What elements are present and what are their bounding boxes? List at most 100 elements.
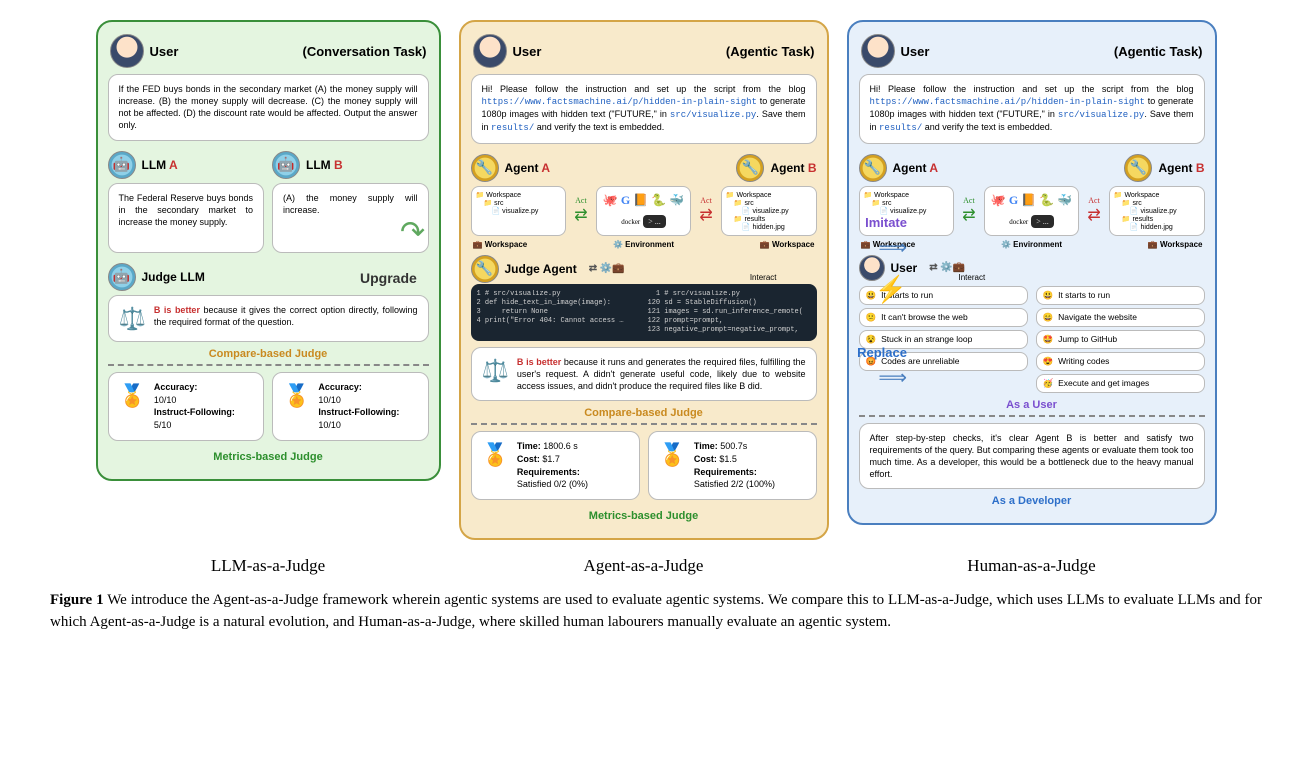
jupyter-icon: 📙 — [633, 193, 648, 208]
docker-icon: 🐳 — [669, 193, 684, 208]
p2-judge-verdict: ⚖️ B is better because it runs and gener… — [471, 347, 817, 401]
arrow-left-icon: ⇄ — [570, 205, 591, 225]
p3-dev-text: After step-by-step checks, it's clear Ag… — [859, 423, 1205, 490]
panel-llm-judge: User (Conversation Task) If the FED buys… — [96, 20, 441, 481]
p3-header: User (Agentic Task) — [861, 34, 1203, 68]
divider — [859, 415, 1205, 417]
p1-user-label: User — [150, 44, 179, 59]
lightning-icon: ⚡ — [875, 275, 907, 305]
p2-ws-foot: 💼 Workspace ⚙️ Environment 💼 Workspace — [473, 240, 815, 249]
p2-metrics-label: Metrics-based Judge — [471, 510, 817, 522]
act-label-b: Act — [695, 196, 716, 205]
p3-ws-foot: 💼 Workspace ⚙️ Environment 💼 Workspace — [861, 240, 1203, 249]
p1-header: User (Conversation Task) — [110, 34, 427, 68]
code-b: 1 # src/visualize.py 120 sd = StableDiff… — [648, 290, 811, 335]
llm-icon: 🤖 — [272, 151, 300, 179]
user-avatar-icon — [110, 34, 144, 68]
medal-icon: 🏅 — [119, 381, 146, 411]
medal-icon: 🏅 — [659, 440, 686, 470]
p3-env-row: Workspace src visualize.py Act ⇄ 🐙G📙 🐍🐳d… — [859, 186, 1205, 236]
p2-prompt: Hi! Please follow the instruction and se… — [471, 74, 817, 144]
python-icon: 🐍 — [1039, 193, 1054, 208]
interact-icon: ⇄ ⚙️💼 — [929, 262, 965, 273]
terminal-icon: > ... — [643, 215, 666, 228]
workspace-b: Workspace src visualize.py results hidde… — [721, 186, 817, 236]
user-avatar-icon — [473, 34, 507, 68]
agent-icon: 🔧 — [736, 154, 764, 182]
github-icon: 🐙 — [603, 193, 618, 208]
interact-icon: ⇄ ⚙️💼 — [589, 263, 625, 274]
panel-human-judge: User (Agentic Task) Hi! Please follow th… — [847, 20, 1217, 525]
agent-icon: 🔧 — [471, 154, 499, 182]
p3-task-label: (Agentic Task) — [1114, 44, 1203, 59]
arrow-right-icon: ⟹ — [878, 365, 907, 390]
terminal-icon: > ... — [1031, 215, 1054, 228]
p3-prompt: Hi! Please follow the instruction and se… — [859, 74, 1205, 144]
p1-llm-b: LLM — [306, 158, 334, 172]
user-avatar-icon — [861, 34, 895, 68]
p1-compare-label: Compare-based Judge — [108, 348, 429, 360]
llm-icon: 🤖 — [108, 151, 136, 179]
environment-box: 🐙G📙 🐍🐳docker > ... — [984, 186, 1080, 236]
p2-task-label: (Agentic Task) — [726, 44, 815, 59]
feedback-b: 😃It starts to run 😄Navigate the website … — [1036, 286, 1205, 393]
arrow-right-icon: ⟹ — [878, 235, 907, 260]
scale-icon: ⚖️ — [119, 304, 146, 334]
medal-icon: 🏅 — [482, 440, 509, 470]
google-icon: G — [621, 193, 630, 208]
figure-caption: Figure 1 We introduce the Agent-as-a-Jud… — [40, 590, 1272, 634]
python-icon: 🐍 — [651, 193, 666, 208]
p3-as-user: As a User — [859, 399, 1205, 411]
arrow-icon: ⇄ — [958, 205, 979, 225]
p1-llm-a: LLM — [142, 158, 170, 172]
p2-metric-b: 🏅 Time: 500.7s Cost: $1.5 Requirements:S… — [648, 431, 817, 499]
google-icon: G — [1009, 193, 1018, 208]
github-icon: 🐙 — [991, 193, 1006, 208]
upgrade-label: Upgrade — [360, 270, 417, 286]
judge-agent-icon: 🔧 — [471, 255, 499, 283]
caption-p3: Human-as-a-Judge — [847, 556, 1217, 576]
docker-icon: 🐳 — [1057, 193, 1072, 208]
upgrade-arrow-icon: ↷ — [400, 215, 425, 250]
scale-icon: ⚖️ — [482, 356, 509, 386]
p1-llm-a-suffix: A — [169, 158, 178, 172]
imitate-label: Imitate — [865, 215, 907, 230]
p2-header: User (Agentic Task) — [473, 34, 815, 68]
figure-text: We introduce the Agent-as-a-Judge framew… — [50, 592, 1262, 630]
environment-box: 🐙G📙 🐍🐳docker > ... — [596, 186, 692, 236]
jupyter-icon: 📙 — [1021, 193, 1036, 208]
code-a: 1 # src/visualize.py 2 def hide_text_in_… — [477, 290, 640, 335]
caption-p2: Agent-as-a-Judge — [459, 556, 829, 576]
agent-icon: 🔧 — [1124, 154, 1152, 182]
p2-user-label: User — [513, 44, 542, 59]
arrow-icon: ⇄ — [1083, 205, 1104, 225]
p1-judge-verdict: ⚖️ B is better because it gives the corr… — [108, 295, 429, 343]
p2-env-row: Workspace src visualize.py Act ⇄ 🐙G📙 🐍🐳d… — [471, 186, 817, 236]
p1-resp-a: The Federal Reserve buys bonds in the se… — [108, 183, 265, 253]
panels-row: User (Conversation Task) If the FED buys… — [40, 20, 1272, 540]
p3-as-dev: As a Developer — [859, 495, 1205, 507]
medal-icon: 🏅 — [283, 381, 310, 411]
arrow-right-icon: ⇄ — [695, 205, 716, 225]
panel-agent-judge: User (Agentic Task) Hi! Please follow th… — [459, 20, 829, 540]
act-label-a: Act — [570, 196, 591, 205]
p2-compare-label: Compare-based Judge — [471, 407, 817, 419]
p1-metric-b: 🏅 Accuracy:10/10 Instruct-Following:10/1… — [272, 372, 429, 440]
p3-user-label: User — [901, 44, 930, 59]
p1-metrics-label: Metrics-based Judge — [108, 451, 429, 463]
judge-llm-icon: 🤖 — [108, 263, 136, 291]
divider — [471, 423, 817, 425]
code-comparison: 1 # src/visualize.py 2 def hide_text_in_… — [471, 284, 817, 341]
p1-judge-label: Judge LLM — [142, 270, 205, 284]
p2-metric-a: 🏅 Time: 1800.6 s Cost: $1.7 Requirements… — [471, 431, 640, 499]
p1-metric-a: 🏅 Accuracy:10/10 Instruct-Following:5/10 — [108, 372, 265, 440]
workspace-b: Workspace src visualize.py results hidde… — [1109, 186, 1205, 236]
p1-task-label: (Conversation Task) — [302, 44, 426, 59]
agent-icon: 🔧 — [859, 154, 887, 182]
p1-prompt: If the FED buys bonds in the secondary m… — [108, 74, 429, 141]
replace-label: Replace — [857, 345, 907, 360]
figure-label: Figure 1 — [50, 592, 104, 608]
divider — [108, 364, 429, 366]
p1-llm-b-suffix: B — [334, 158, 343, 172]
caption-p1: LLM-as-a-Judge — [96, 556, 441, 576]
